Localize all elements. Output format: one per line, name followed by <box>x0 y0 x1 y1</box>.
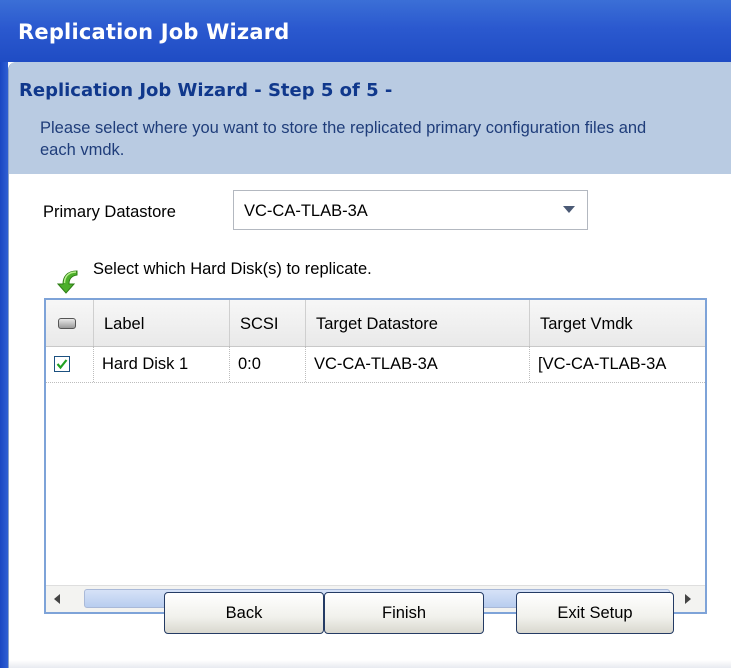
scroll-right-icon[interactable] <box>685 594 691 604</box>
column-header-target-datastore[interactable]: Target Datastore <box>306 300 530 346</box>
column-header-scsi-text: SCSI <box>240 315 279 333</box>
column-header-scsi[interactable]: SCSI <box>230 300 306 346</box>
column-header-target-datastore-text: Target Datastore <box>316 315 438 333</box>
column-header-label[interactable]: Label <box>94 300 230 346</box>
green-arrow-icon <box>56 270 78 294</box>
cell-scsi-text: 0:0 <box>238 355 261 373</box>
back-button[interactable]: Back <box>164 592 324 634</box>
wizard-header: Replication Job Wizard - Step 5 of 5 - P… <box>9 62 731 174</box>
column-header-label-text: Label <box>104 315 145 333</box>
primary-datastore-value: VC-CA-TLAB-3A <box>244 202 368 220</box>
cell-target-vmdk[interactable]: [VC-CA-TLAB-3A <box>530 346 705 382</box>
cell-target-datastore[interactable]: VC-CA-TLAB-3A <box>306 346 530 382</box>
window-bottom-edge <box>9 660 731 668</box>
row-checkbox-cell[interactable] <box>46 346 94 382</box>
cell-label[interactable]: Hard Disk 1 <box>94 346 230 382</box>
window-title: Replication Job Wizard <box>18 20 290 44</box>
column-header-target-vmdk-text: Target Vmdk <box>540 315 633 333</box>
step-title: Replication Job Wizard - Step 5 of 5 - <box>19 80 393 101</box>
cell-scsi[interactable]: 0:0 <box>230 346 306 382</box>
title-bar[interactable]: Replication Job Wizard <box>0 0 731 62</box>
finish-button[interactable]: Finish <box>324 592 484 634</box>
wizard-window: Replication Job Wizard Replication Job W… <box>0 0 731 668</box>
grid-header: Label SCSI Target Datastore Target Vmdk <box>46 300 705 347</box>
cell-target-vmdk-text: [VC-CA-TLAB-3A <box>538 355 667 373</box>
scroll-left-icon[interactable] <box>54 594 60 604</box>
disk-column-icon <box>58 318 76 329</box>
hard-disk-grid: Label SCSI Target Datastore Target Vmdk <box>44 298 707 614</box>
step-description: Please select where you want to store th… <box>40 119 647 159</box>
exit-setup-button[interactable]: Exit Setup <box>516 592 674 634</box>
window-frame-left <box>0 62 8 668</box>
primary-datastore-label: Primary Datastore <box>43 203 176 221</box>
cell-target-datastore-text: VC-CA-TLAB-3A <box>314 355 438 373</box>
column-header-select[interactable] <box>46 300 94 346</box>
dropdown-arrow-icon[interactable] <box>563 206 575 213</box>
cell-label-text: Hard Disk 1 <box>102 355 189 373</box>
column-header-target-vmdk[interactable]: Target Vmdk <box>530 300 705 346</box>
checkmark-icon <box>56 359 68 370</box>
table-row[interactable]: Hard Disk 1 0:0 VC-CA-TLAB-3A [VC-CA-TLA… <box>46 346 705 383</box>
disk-checkbox[interactable] <box>54 356 70 372</box>
primary-datastore-select[interactable]: VC-CA-TLAB-3A <box>233 190 588 230</box>
wizard-client-area: Replication Job Wizard - Step 5 of 5 - P… <box>8 62 731 668</box>
hard-disk-instruction: Select which Hard Disk(s) to replicate. <box>93 260 372 278</box>
